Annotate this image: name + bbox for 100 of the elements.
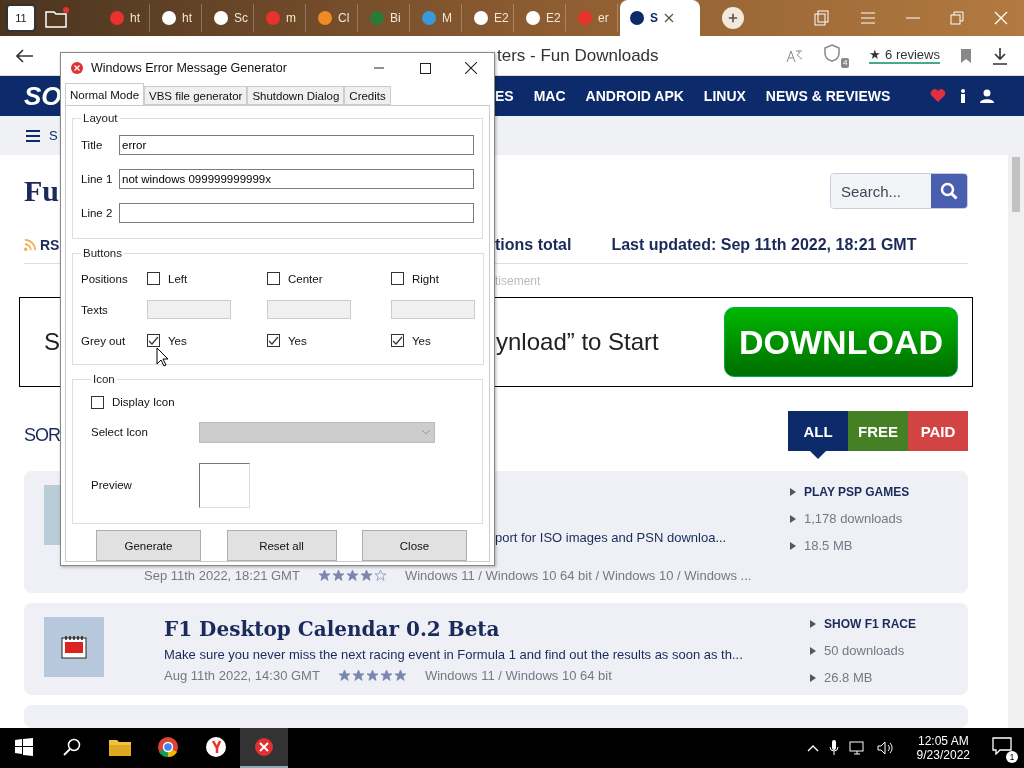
folder-plus-icon[interactable]	[44, 6, 70, 30]
clock[interactable]: 12:05 AM 9/23/2022	[916, 734, 970, 762]
ad-text: S	[44, 328, 61, 356]
download-button[interactable]: DOWNLOAD	[724, 307, 958, 377]
mouse-cursor-icon	[156, 347, 170, 367]
checkbox[interactable]	[91, 395, 104, 409]
restore-icon[interactable]	[950, 11, 964, 25]
volume-icon[interactable]	[876, 741, 895, 755]
tab[interactable]: Credits	[344, 86, 391, 105]
file-size: 18.5 MB	[804, 538, 853, 553]
browser-tab[interactable]: ht	[152, 4, 202, 32]
checkbox[interactable]	[147, 272, 160, 285]
tab[interactable]: VBS file generator	[144, 86, 248, 105]
browser-tab[interactable]: ht	[100, 4, 150, 32]
caret-icon	[790, 488, 796, 496]
filter-tab[interactable]: FREE	[848, 411, 908, 451]
file-size: 26.8 MB	[824, 670, 873, 685]
close-icon[interactable]	[664, 13, 674, 23]
tab[interactable]: Shutdown Dialog	[247, 86, 345, 105]
browser-tab[interactable]: m	[256, 4, 306, 32]
browser-tab[interactable]: M	[412, 4, 462, 32]
action-button[interactable]: Generate	[96, 530, 201, 561]
search-icon	[63, 738, 81, 756]
checkbox-label[interactable]: Display Icon	[112, 396, 175, 408]
software-card[interactable]	[24, 603, 968, 695]
group-label: Layout	[82, 112, 119, 124]
calendar-icon	[61, 635, 87, 659]
translate-icon[interactable]	[785, 47, 804, 64]
caret-icon	[810, 646, 816, 655]
filter-tab[interactable]: PAID	[908, 411, 968, 451]
icon-preview	[199, 462, 250, 508]
plus-icon	[728, 12, 738, 24]
browser-tab[interactable]: er	[568, 4, 618, 32]
text-field[interactable]: not windows 099999999999x	[119, 169, 474, 189]
rss-link[interactable]: RS	[40, 237, 60, 253]
checkbox-label[interactable]: Yes	[412, 334, 431, 347]
browser-tab[interactable]: E2	[464, 4, 514, 32]
checkbox[interactable]	[267, 334, 280, 347]
close-icon	[465, 62, 477, 74]
nav-link[interactable]: ES	[495, 88, 514, 104]
user-icon[interactable]	[980, 89, 994, 103]
group-label: Buttons	[82, 247, 123, 259]
nav-link[interactable]: NEWS & REVIEWS	[765, 88, 891, 104]
nav-link[interactable]: MAC	[533, 88, 566, 104]
ad-label: tisement	[495, 273, 541, 288]
os-list: Windows 11 / Windows 10 64 bit	[424, 668, 612, 683]
text-field[interactable]	[119, 203, 474, 223]
checkbox-label[interactable]: Left	[168, 272, 188, 285]
windows-logo-icon	[15, 738, 33, 756]
checkbox-label[interactable]: Center	[288, 272, 323, 285]
checkbox[interactable]	[147, 334, 160, 347]
row-label: Texts	[81, 303, 109, 316]
star-icon	[317, 569, 331, 582]
category-link[interactable]: SHOW F1 RACE	[824, 617, 916, 631]
star-icon	[337, 669, 351, 682]
new-tab-button[interactable]	[722, 7, 744, 29]
category-link[interactable]: PLAY PSP GAMES	[804, 485, 910, 499]
star-icon	[359, 569, 373, 582]
text-field[interactable]: error	[119, 135, 474, 155]
search-field[interactable]: Search...	[830, 173, 968, 209]
checkbox-label[interactable]: Right	[412, 272, 439, 285]
browser-tab[interactable]: Sc	[204, 4, 254, 32]
browser-tab[interactable]: Bi	[360, 4, 410, 32]
bookmark-icon[interactable]	[960, 47, 972, 64]
download-count: 1,178 downloads	[804, 511, 903, 526]
nav-link[interactable]: ANDROID APK	[585, 88, 684, 104]
checkbox[interactable]	[267, 272, 280, 285]
download-icon[interactable]	[992, 46, 1008, 65]
action-button[interactable]: Close	[362, 530, 467, 561]
star-icon	[379, 669, 393, 682]
back-arrow-icon[interactable]	[16, 48, 34, 63]
error-app-icon[interactable]	[240, 728, 288, 768]
caret-icon	[810, 673, 816, 682]
info-icon[interactable]	[960, 89, 966, 103]
scrollbar[interactable]	[1008, 155, 1024, 728]
filter-tab[interactable]: ALL	[788, 411, 848, 451]
home-button[interactable]: 11	[6, 4, 36, 32]
chevron-up-icon[interactable]	[806, 744, 819, 752]
menu-icon[interactable]	[26, 129, 40, 142]
nav-link[interactable]: LINUX	[703, 88, 746, 104]
checkbox-label[interactable]: Yes	[288, 334, 307, 347]
tabs-icon[interactable]	[814, 10, 830, 26]
browser-tab[interactable]: E2	[516, 4, 566, 32]
checkbox[interactable]	[391, 334, 404, 347]
ad-text: ynload” to Start	[496, 328, 659, 356]
browser-tab[interactable]: Cl	[308, 4, 358, 32]
reviews-link[interactable]: ★ 6 reviews	[869, 47, 940, 64]
microphone-icon[interactable]	[828, 740, 839, 756]
checkbox[interactable]	[391, 272, 404, 285]
last-updated: Last updated: Sep 11th 2022, 18:21 GMT	[611, 236, 917, 254]
caret-icon	[810, 620, 816, 628]
item-title[interactable]: F1 Desktop Calendar 0.2 Beta	[164, 617, 810, 641]
checkbox-label[interactable]: Yes	[168, 334, 187, 347]
heart-icon[interactable]	[930, 89, 946, 103]
action-button[interactable]: Reset all	[226, 530, 337, 561]
tab[interactable]: Normal Mode	[65, 83, 145, 105]
network-icon[interactable]	[848, 741, 867, 755]
star-icon	[365, 669, 379, 682]
release-date: Aug 11th 2022, 14:30 GMT	[164, 668, 320, 683]
browser-tab[interactable]: S	[620, 0, 700, 36]
